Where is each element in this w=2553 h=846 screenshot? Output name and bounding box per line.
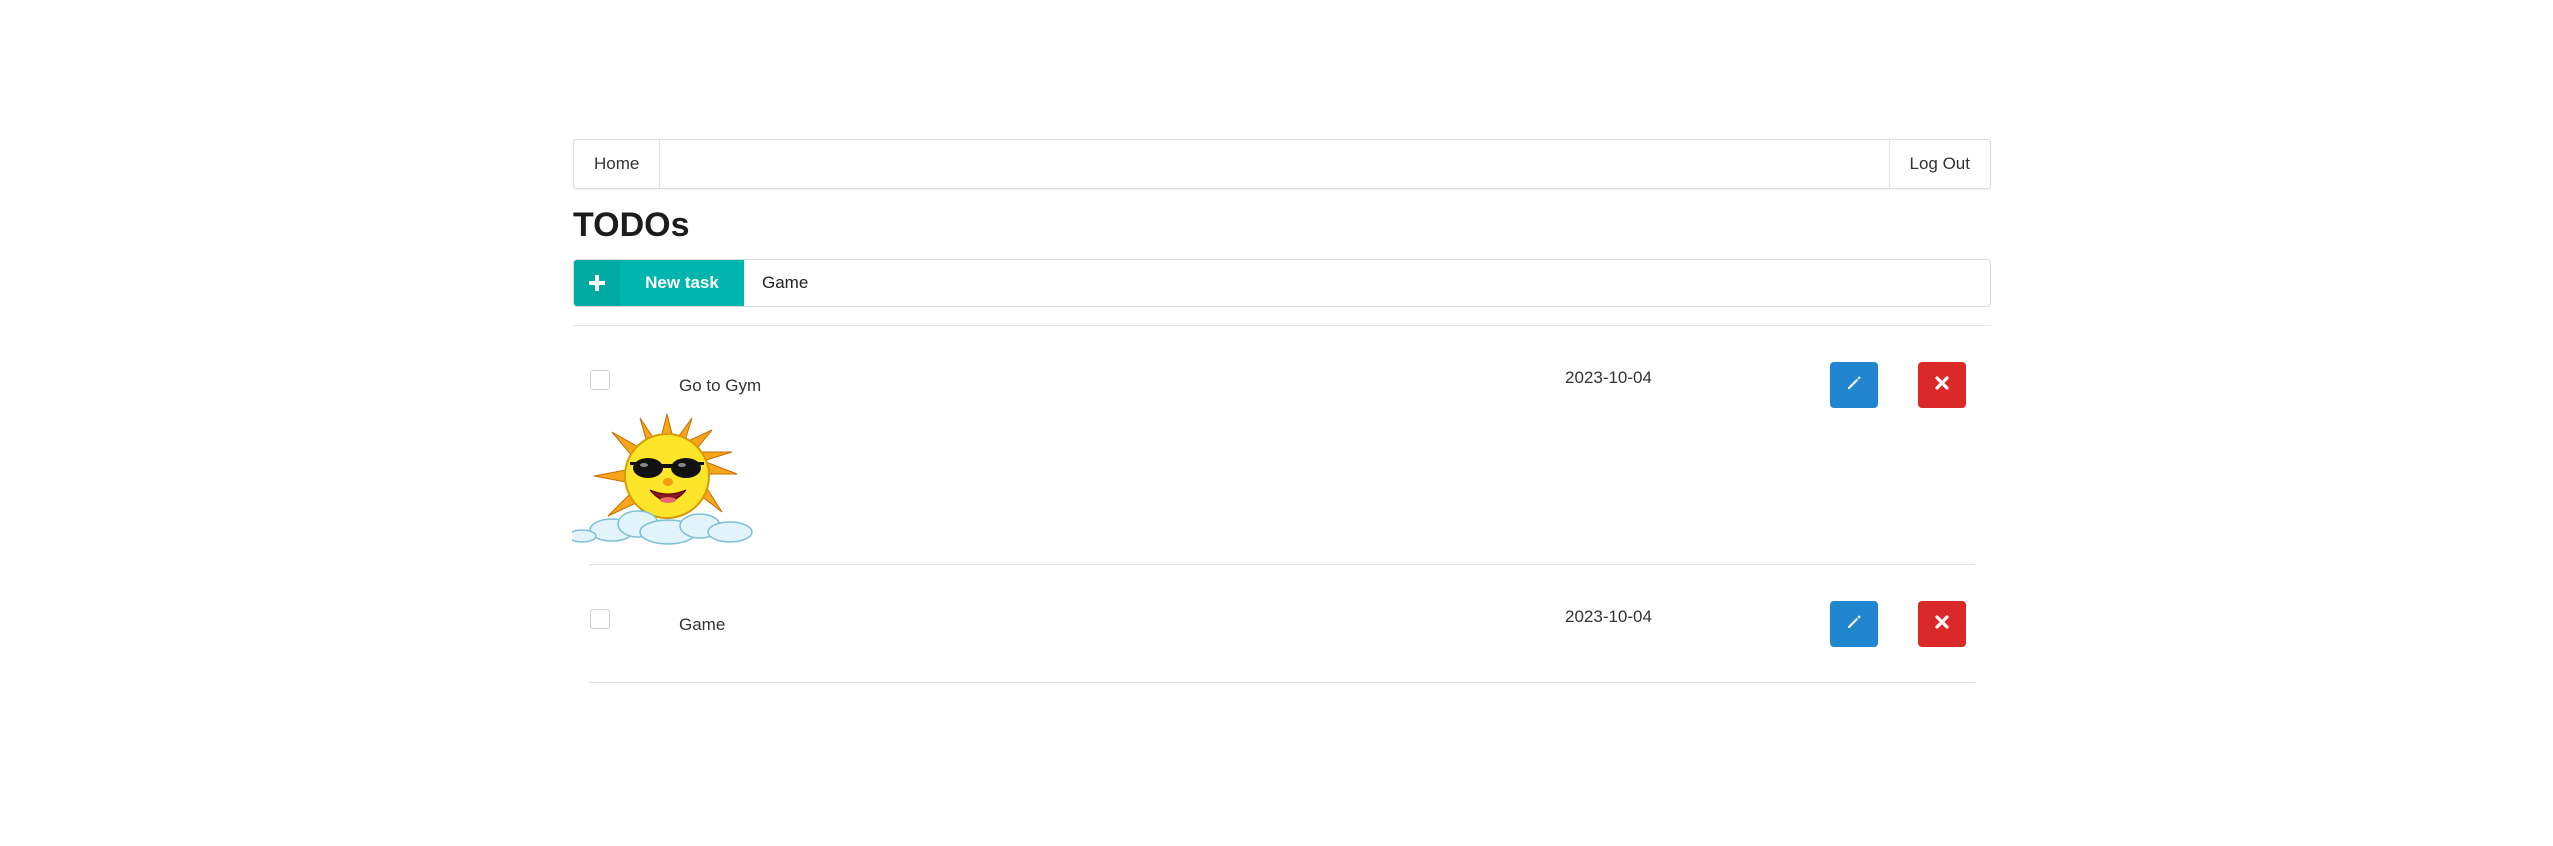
new-task-button[interactable]: New task	[574, 260, 744, 306]
task-checkbox[interactable]	[590, 370, 610, 390]
pencil-icon	[1845, 374, 1863, 397]
delete-button[interactable]	[1918, 362, 1966, 408]
close-icon	[1934, 614, 1950, 635]
nav-home-link[interactable]: Home	[574, 140, 661, 188]
task-date: 2023-10-04	[1565, 368, 1652, 387]
delete-button[interactable]	[1918, 601, 1966, 647]
plus-icon	[574, 260, 620, 306]
app-container: Home Log Out TODOs New task Go to Gym 20…	[567, 139, 1991, 683]
edit-button[interactable]	[1830, 601, 1878, 647]
edit-button[interactable]	[1830, 362, 1878, 408]
new-task-bar: New task	[573, 259, 1991, 307]
page-title: TODOs	[573, 206, 690, 244]
task-date: 2023-10-04	[1565, 607, 1652, 626]
task-checkbox[interactable]	[590, 609, 610, 629]
nav-logout-link[interactable]: Log Out	[1888, 140, 1991, 188]
new-task-input[interactable]	[744, 260, 1990, 306]
task-row: Go to Gym 2023-10-04	[567, 326, 1975, 565]
task-row: Game 2023-10-04	[589, 565, 1975, 683]
close-icon	[1934, 375, 1950, 396]
sun-with-sunglasses-image	[567, 412, 762, 552]
pencil-icon	[1845, 613, 1863, 636]
new-task-button-label: New task	[645, 273, 719, 292]
task-title: Game	[679, 615, 726, 634]
navbar: Home Log Out	[573, 139, 1991, 189]
task-title: Go to Gym	[679, 376, 762, 395]
